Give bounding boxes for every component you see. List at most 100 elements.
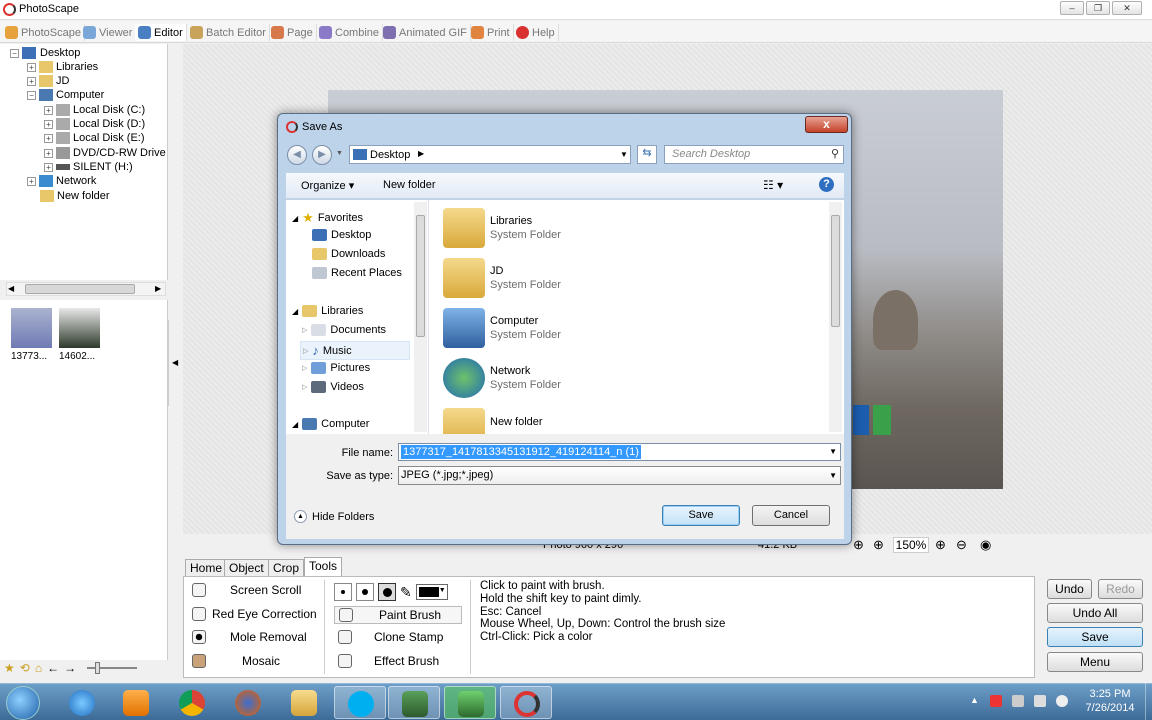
folder-open-icon[interactable]: ⌂ — [35, 661, 42, 675]
list-item[interactable]: Computer System Folder — [443, 308, 561, 348]
eyedropper-icon[interactable]: ✎ — [400, 584, 412, 601]
volume-icon[interactable] — [1056, 695, 1068, 707]
red-eye-correction-button[interactable]: Red Eye Correction — [192, 607, 317, 621]
clone-stamp-button[interactable]: Clone Stamp — [334, 630, 443, 644]
file-list-scrollbar[interactable] — [829, 202, 842, 432]
mosaic-button[interactable]: Mosaic — [192, 654, 280, 668]
minimize-button[interactable]: – — [1060, 1, 1084, 15]
nav-recent-places[interactable]: Recent Places — [312, 267, 402, 279]
nav-videos[interactable]: ▷ Videos — [302, 381, 364, 393]
collapse-arrow-icon[interactable]: ◀ — [172, 358, 178, 367]
back-button[interactable]: ◀ — [287, 145, 307, 165]
expand-icon[interactable]: + — [44, 119, 53, 129]
nav-libraries[interactable]: ◢ Libraries — [292, 305, 363, 317]
help-icon[interactable]: ? — [819, 177, 834, 192]
back-arrow-icon[interactable]: ← — [47, 661, 59, 675]
nav-pictures[interactable]: ▷ Pictures — [302, 362, 370, 374]
scroll-left-icon[interactable]: ◀ — [8, 284, 14, 293]
undo-button[interactable]: Undo — [1047, 579, 1092, 599]
start-button[interactable] — [6, 686, 40, 720]
scroll-right-icon[interactable]: ▶ — [155, 284, 161, 293]
hide-folders-button[interactable]: ▲ Hide Folders — [294, 510, 374, 523]
nav-scrollbar[interactable] — [414, 202, 427, 432]
list-item[interactable]: New folder — [443, 408, 543, 434]
tree-item-local-disk-c[interactable]: + Local Disk (C:) — [44, 104, 145, 116]
tab-viewer[interactable]: Viewer — [80, 24, 137, 41]
scroll-thumb[interactable] — [416, 215, 425, 337]
thumb-size-slider[interactable] — [87, 662, 138, 674]
tab-batch-editor[interactable]: Batch Editor — [187, 24, 270, 41]
tab-animated-gif[interactable]: Animated GIF — [380, 24, 471, 41]
taskbar-recorder[interactable] — [444, 686, 496, 719]
collapse-icon[interactable]: − — [10, 48, 19, 58]
expand-icon[interactable]: + — [44, 148, 53, 158]
maximize-button[interactable]: ❐ — [1086, 1, 1110, 15]
tab-print[interactable]: Print — [468, 24, 514, 41]
collapse-icon[interactable]: ◢ — [292, 214, 298, 223]
tree-horizontal-scrollbar[interactable]: ◀ ▶ — [6, 282, 166, 296]
tree-item-desktop[interactable]: − Desktop — [10, 47, 82, 59]
collapse-icon[interactable]: − — [27, 90, 36, 100]
nav-computer[interactable]: ◢ Computer — [292, 418, 369, 430]
thumbnail-image[interactable] — [59, 308, 100, 348]
address-bar[interactable]: Desktop ▶ ▼ — [349, 145, 631, 164]
nav-favorites[interactable]: ◢ ★ Favorites — [292, 210, 363, 226]
redo-button[interactable]: Redo — [1098, 579, 1143, 599]
taskbar-chrome[interactable] — [166, 686, 218, 719]
list-item[interactable]: Network System Folder — [443, 358, 561, 398]
mole-removal-button[interactable]: Mole Removal — [192, 630, 307, 644]
zoom-in-icon[interactable]: ⊕ — [935, 537, 946, 553]
tree-item-silent-h[interactable]: + SILENT (H:) — [44, 161, 133, 173]
save-type-dropdown-icon[interactable]: ▼ — [829, 471, 837, 480]
effect-brush-button[interactable]: Effect Brush — [334, 654, 439, 668]
action-center-icon[interactable] — [990, 695, 1002, 707]
tree-item-local-disk-d[interactable]: + Local Disk (D:) — [44, 118, 145, 130]
taskbar-camtasia[interactable] — [388, 686, 440, 719]
expand-icon[interactable]: + — [44, 105, 53, 115]
forward-arrow-icon[interactable]: → — [64, 661, 76, 675]
taskbar-explorer[interactable] — [278, 686, 330, 719]
show-desktop-button[interactable] — [1145, 683, 1152, 720]
nav-desktop[interactable]: Desktop — [312, 229, 371, 241]
list-item[interactable]: Libraries System Folder — [443, 208, 561, 248]
expand-icon[interactable]: + — [27, 176, 36, 186]
save-button[interactable]: Save — [662, 505, 740, 526]
thumbnail-image[interactable] — [11, 308, 52, 348]
nav-music[interactable]: ▷ ♪ Music — [300, 341, 410, 360]
system-clock[interactable]: 3:25 PM 7/26/2014 — [1077, 687, 1143, 715]
expand-icon[interactable]: + — [44, 162, 53, 172]
new-folder-button[interactable]: New folder — [383, 179, 436, 191]
tab-photoscape[interactable]: PhotoScape — [2, 24, 85, 41]
expand-icon[interactable]: ▷ — [302, 326, 307, 334]
panel-splitter[interactable]: ◀ — [168, 320, 180, 406]
star-icon[interactable]: ★ — [4, 661, 15, 675]
forward-button[interactable]: ▶ — [312, 145, 332, 165]
menu-button[interactable]: Menu — [1047, 652, 1143, 672]
tree-item-libraries[interactable]: + Libraries — [27, 61, 98, 73]
tab-object[interactable]: Object — [224, 559, 269, 576]
close-window-button[interactable]: ✕ — [1112, 1, 1142, 15]
recent-locations-icon[interactable]: ▼ — [336, 150, 343, 157]
taskbar-firefox[interactable] — [222, 686, 274, 719]
brush-large-icon[interactable] — [378, 583, 396, 601]
expand-icon[interactable]: + — [44, 133, 53, 143]
color-picker[interactable]: ▼ — [415, 584, 448, 600]
expand-icon[interactable]: ▷ — [303, 347, 308, 355]
undo-all-button[interactable]: Undo All — [1047, 603, 1143, 623]
screen-scroll-button[interactable]: Screen Scroll — [192, 583, 301, 597]
collapse-icon[interactable]: ◢ — [292, 420, 298, 429]
tab-editor[interactable]: Editor — [135, 24, 187, 41]
breadcrumb-arrow-icon[interactable]: ▶ — [418, 149, 424, 158]
list-item[interactable]: JD System Folder — [443, 258, 561, 298]
expand-icon[interactable]: + — [27, 62, 36, 72]
address-dropdown-icon[interactable]: ▼ — [620, 150, 628, 159]
file-name-value[interactable]: 1377317_1417813345131912_419124114_n (1) — [401, 445, 641, 459]
zoom-fit-icon[interactable]: ⊕ — [853, 537, 864, 553]
tab-help[interactable]: Help — [513, 24, 559, 41]
scroll-thumb[interactable] — [831, 215, 840, 327]
organize-button[interactable]: Organize ▾ — [301, 179, 354, 192]
network-tray-icon[interactable] — [1034, 695, 1046, 707]
expand-icon[interactable]: ▷ — [302, 383, 307, 391]
tab-combine[interactable]: Combine — [316, 24, 384, 41]
file-name-input[interactable]: 1377317_1417813345131912_419124114_n (1)… — [398, 443, 841, 461]
